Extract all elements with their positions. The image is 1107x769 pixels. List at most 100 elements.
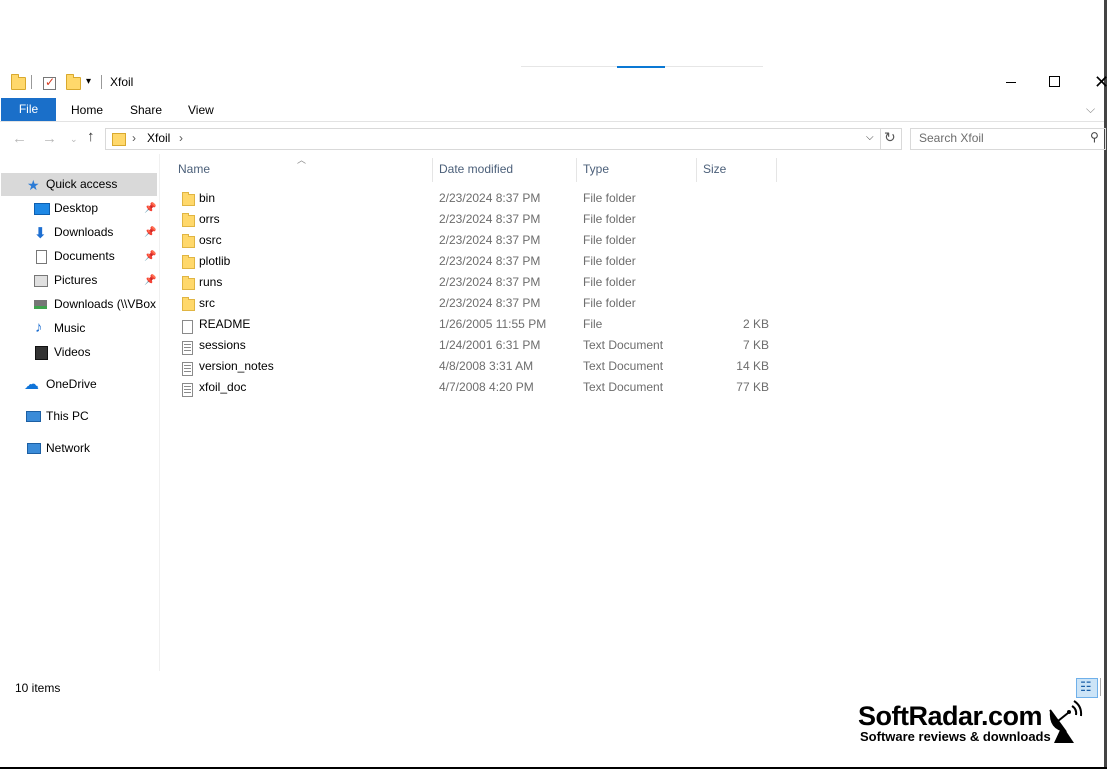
chevron-down-icon[interactable]: ⌵ bbox=[866, 132, 874, 143]
sidebar-item-documents[interactable]: Documents bbox=[54, 249, 115, 263]
text-document-icon bbox=[182, 383, 193, 397]
file-name[interactable]: plotlib bbox=[199, 254, 230, 268]
file-name[interactable]: src bbox=[199, 296, 215, 310]
file-type: File folder bbox=[583, 254, 636, 268]
nav-pane-divider bbox=[159, 154, 160, 671]
search-icon[interactable]: ⚲ bbox=[1090, 130, 1099, 144]
pictures-icon bbox=[34, 275, 48, 287]
column-header-name[interactable]: Name bbox=[178, 162, 210, 176]
sidebar-item-onedrive[interactable]: OneDrive bbox=[46, 377, 97, 391]
ribbon-divider bbox=[0, 121, 1104, 122]
file-date: 2/23/2024 8:37 PM bbox=[439, 254, 541, 268]
minimize-icon[interactable] bbox=[1006, 82, 1016, 83]
file-name[interactable]: bin bbox=[199, 191, 215, 205]
network-drive-icon bbox=[34, 300, 47, 309]
sort-ascending-icon: ︿ bbox=[297, 155, 307, 165]
maximize-icon[interactable] bbox=[1049, 76, 1060, 87]
file-name[interactable]: runs bbox=[199, 275, 222, 289]
large-icons-view-button[interactable] bbox=[1100, 678, 1105, 696]
tab-file[interactable]: File bbox=[1, 98, 56, 121]
file-type: File folder bbox=[583, 275, 636, 289]
file-date: 2/23/2024 8:37 PM bbox=[439, 191, 541, 205]
file-name[interactable]: version_notes bbox=[199, 359, 274, 373]
properties-icon[interactable] bbox=[43, 75, 56, 90]
new-folder-icon[interactable] bbox=[66, 74, 81, 90]
text-document-icon bbox=[182, 341, 193, 355]
sidebar-item-pictures[interactable]: Pictures bbox=[54, 273, 97, 287]
file-name[interactable]: xfoil_doc bbox=[199, 380, 246, 394]
file-size: 77 KB bbox=[736, 380, 769, 394]
column-divider[interactable] bbox=[432, 158, 433, 182]
file-date: 1/24/2001 6:31 PM bbox=[439, 338, 541, 352]
refresh-icon[interactable]: ↻ bbox=[884, 129, 896, 146]
title-separator bbox=[31, 75, 32, 89]
recent-locations-icon[interactable]: ⌄ bbox=[70, 134, 78, 145]
pin-icon: 📌 bbox=[144, 251, 157, 262]
close-icon[interactable]: ✕ bbox=[1094, 72, 1107, 93]
tab-share[interactable]: Share bbox=[130, 103, 162, 117]
breadcrumb-separator[interactable]: › bbox=[132, 131, 136, 145]
file-icon bbox=[182, 320, 193, 334]
file-date: 4/7/2008 4:20 PM bbox=[439, 380, 534, 394]
window-title: Xfoil bbox=[110, 75, 134, 89]
file-name[interactable]: README bbox=[199, 317, 250, 331]
tab-view[interactable]: View bbox=[188, 103, 214, 117]
details-view-button[interactable] bbox=[1076, 678, 1098, 698]
file-date: 2/23/2024 8:37 PM bbox=[439, 275, 541, 289]
file-size: 2 KB bbox=[742, 317, 769, 331]
sidebar-label-quick-access[interactable]: Quick access bbox=[46, 177, 117, 191]
sidebar-item-music[interactable]: Music bbox=[54, 321, 85, 335]
folder-icon bbox=[182, 297, 195, 311]
column-header-type[interactable]: Type bbox=[583, 162, 609, 176]
satellite-dish-icon bbox=[1049, 700, 1083, 743]
file-type: Text Document bbox=[583, 359, 664, 373]
file-date: 2/23/2024 8:37 PM bbox=[439, 296, 541, 310]
tab-home[interactable]: Home bbox=[71, 103, 103, 117]
address-bar[interactable] bbox=[105, 128, 881, 150]
folder-icon bbox=[182, 276, 195, 290]
customize-qat-icon[interactable]: ▾ bbox=[86, 76, 91, 87]
music-icon: ♪ bbox=[35, 319, 43, 336]
up-icon[interactable]: ↑ bbox=[87, 128, 95, 145]
back-icon[interactable]: ← bbox=[12, 130, 27, 147]
column-divider[interactable] bbox=[576, 158, 577, 182]
pin-icon: 📌 bbox=[144, 203, 157, 214]
pin-icon: 📌 bbox=[144, 227, 157, 238]
breadcrumb-xfoil[interactable]: Xfoil bbox=[147, 131, 170, 145]
file-name[interactable]: osrc bbox=[199, 233, 222, 247]
network-icon bbox=[27, 443, 41, 454]
title-separator bbox=[101, 75, 102, 89]
search-placeholder[interactable]: Search Xfoil bbox=[919, 131, 984, 145]
column-divider[interactable] bbox=[696, 158, 697, 182]
sidebar-item-downloads-vbox[interactable]: Downloads (\\VBox bbox=[54, 297, 157, 311]
folder-icon bbox=[182, 255, 195, 269]
file-name[interactable]: orrs bbox=[199, 212, 220, 226]
sidebar-item-downloads[interactable]: Downloads bbox=[54, 225, 113, 239]
star-icon: ★ bbox=[27, 177, 40, 193]
file-date: 2/23/2024 8:37 PM bbox=[439, 212, 541, 226]
breadcrumb-separator[interactable]: › bbox=[179, 131, 183, 145]
column-header-date[interactable]: Date modified bbox=[439, 162, 513, 176]
expand-ribbon-icon[interactable]: ⌵ bbox=[1086, 102, 1095, 117]
desktop-icon bbox=[34, 203, 50, 215]
folder-icon bbox=[182, 213, 195, 227]
pin-icon: 📌 bbox=[144, 275, 157, 286]
file-type: File bbox=[583, 317, 603, 331]
sidebar-item-videos[interactable]: Videos bbox=[54, 345, 90, 359]
top-accent-line bbox=[617, 66, 665, 68]
this-pc-icon bbox=[26, 411, 41, 422]
file-date: 4/8/2008 3:31 AM bbox=[439, 359, 534, 373]
column-divider[interactable] bbox=[776, 158, 777, 182]
folder-icon bbox=[182, 234, 195, 248]
sidebar-item-this-pc[interactable]: This PC bbox=[46, 409, 89, 423]
videos-icon bbox=[35, 346, 48, 360]
folder-icon bbox=[112, 133, 126, 146]
sidebar-item-desktop[interactable]: Desktop bbox=[54, 201, 98, 215]
sidebar-item-network[interactable]: Network bbox=[46, 441, 90, 455]
file-name[interactable]: sessions bbox=[199, 338, 246, 352]
column-header-size[interactable]: Size bbox=[703, 162, 726, 176]
forward-icon[interactable]: → bbox=[42, 130, 57, 147]
file-size: 14 KB bbox=[736, 359, 769, 373]
watermark-subtitle: Software reviews & downloads bbox=[860, 729, 1051, 744]
file-date: 2/23/2024 8:37 PM bbox=[439, 233, 541, 247]
